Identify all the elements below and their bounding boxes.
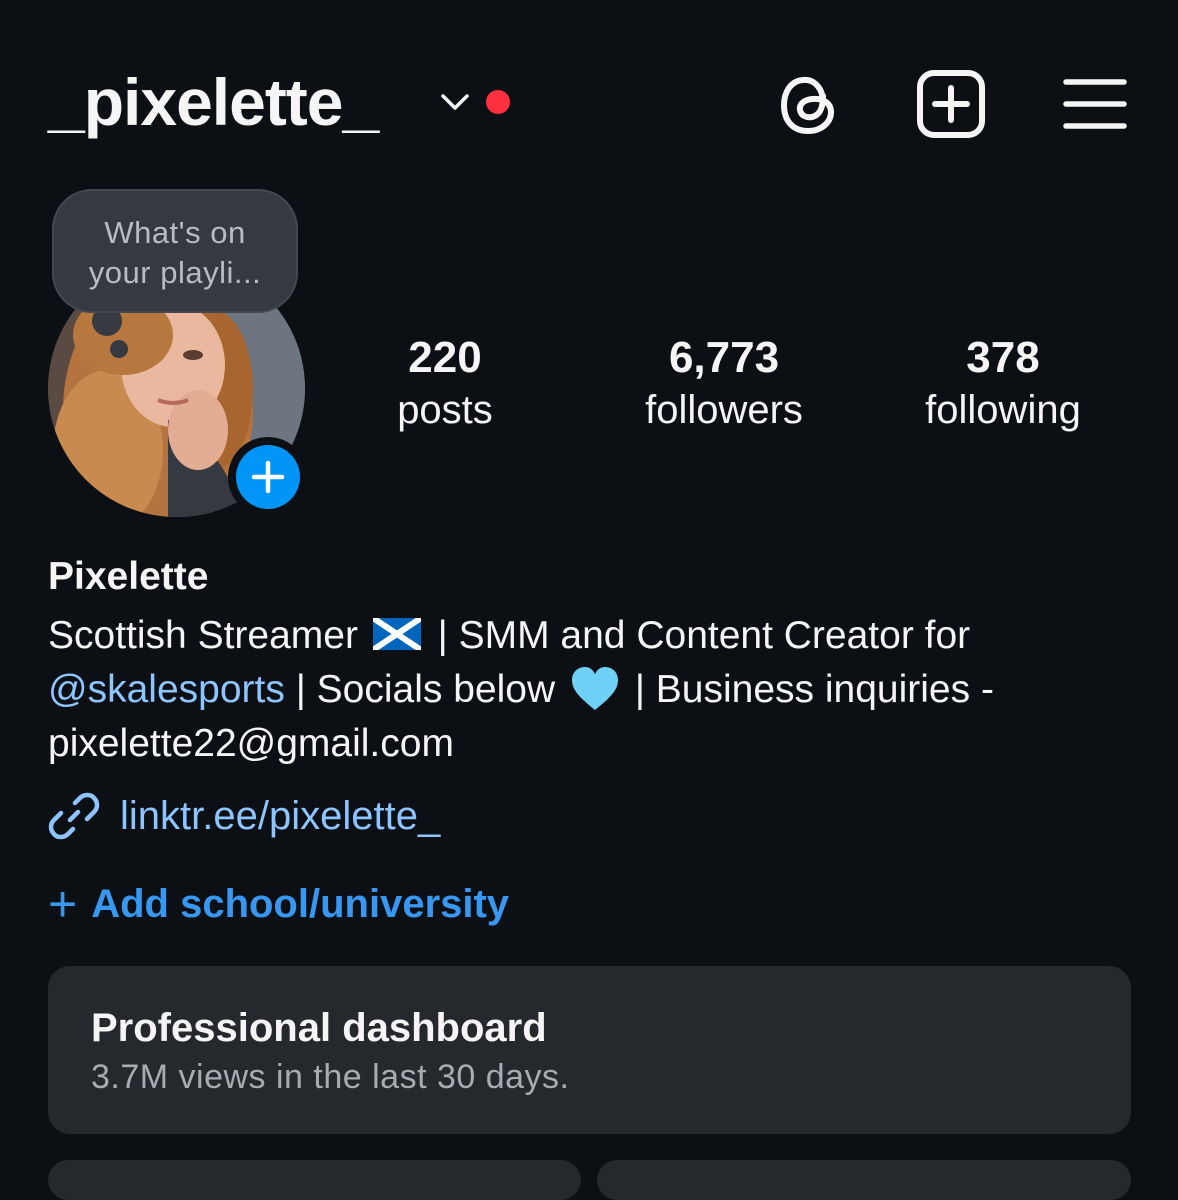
plus-icon: [236, 445, 300, 509]
notification-dot: [486, 90, 510, 114]
scotland-flag-icon: [372, 618, 421, 650]
display-name: Pixelette: [48, 555, 209, 598]
add-school-label: Add school/university: [91, 881, 510, 926]
following-stat[interactable]: 378 following: [883, 332, 1123, 436]
bio-text: Scottish Streamer | SMM and Content Crea…: [48, 609, 1128, 771]
followers-label: followers: [645, 388, 803, 432]
note-text-line1: What's on: [104, 215, 246, 250]
posts-label: posts: [397, 388, 493, 432]
bio-text-part: | Business inquiries -: [634, 668, 994, 711]
note-tail: [110, 340, 128, 358]
edit-profile-button[interactable]: [48, 1160, 581, 1200]
chevron-down-icon[interactable]: [438, 88, 472, 116]
link-icon: [48, 792, 100, 840]
professional-dashboard-card[interactable]: Professional dashboard 3.7M views in the…: [48, 966, 1131, 1134]
add-school-button[interactable]: + Add school/university: [48, 876, 510, 932]
following-count: 378: [966, 333, 1040, 382]
dashboard-title: Professional dashboard: [91, 1006, 547, 1050]
dashboard-subtitle: 3.7M views in the last 30 days.: [91, 1058, 570, 1096]
note-text-line2: your playli...: [88, 255, 262, 290]
bio-text-part: Scottish Streamer: [48, 614, 358, 657]
add-story-button[interactable]: [228, 437, 308, 517]
following-label: following: [925, 388, 1081, 432]
followers-count: 6,773: [668, 333, 780, 382]
posts-stat[interactable]: 220 posts: [325, 332, 565, 436]
create-post-icon[interactable]: [913, 66, 989, 142]
light-blue-heart-icon: [571, 667, 618, 710]
posts-count: 220: [408, 333, 482, 382]
bio-mention-link[interactable]: @skalesports: [48, 668, 285, 711]
share-profile-button[interactable]: [597, 1160, 1131, 1200]
menu-icon[interactable]: [1057, 66, 1133, 142]
bio-text-part: | SMM and Content Creator for: [437, 614, 971, 657]
username-title[interactable]: _pixelette_: [48, 62, 379, 142]
followers-stat[interactable]: 6,773 followers: [604, 332, 844, 436]
note-bubble[interactable]: What's on your playli...: [52, 189, 298, 313]
bio-email: pixelette22@gmail.com: [48, 722, 454, 765]
profile-link[interactable]: linktr.ee/pixelette_: [48, 788, 440, 844]
threads-icon[interactable]: [770, 66, 846, 142]
bio-text-part: | Socials below: [295, 668, 556, 711]
plus-icon: +: [48, 876, 78, 932]
link-text: linktr.ee/pixelette_: [120, 793, 441, 838]
